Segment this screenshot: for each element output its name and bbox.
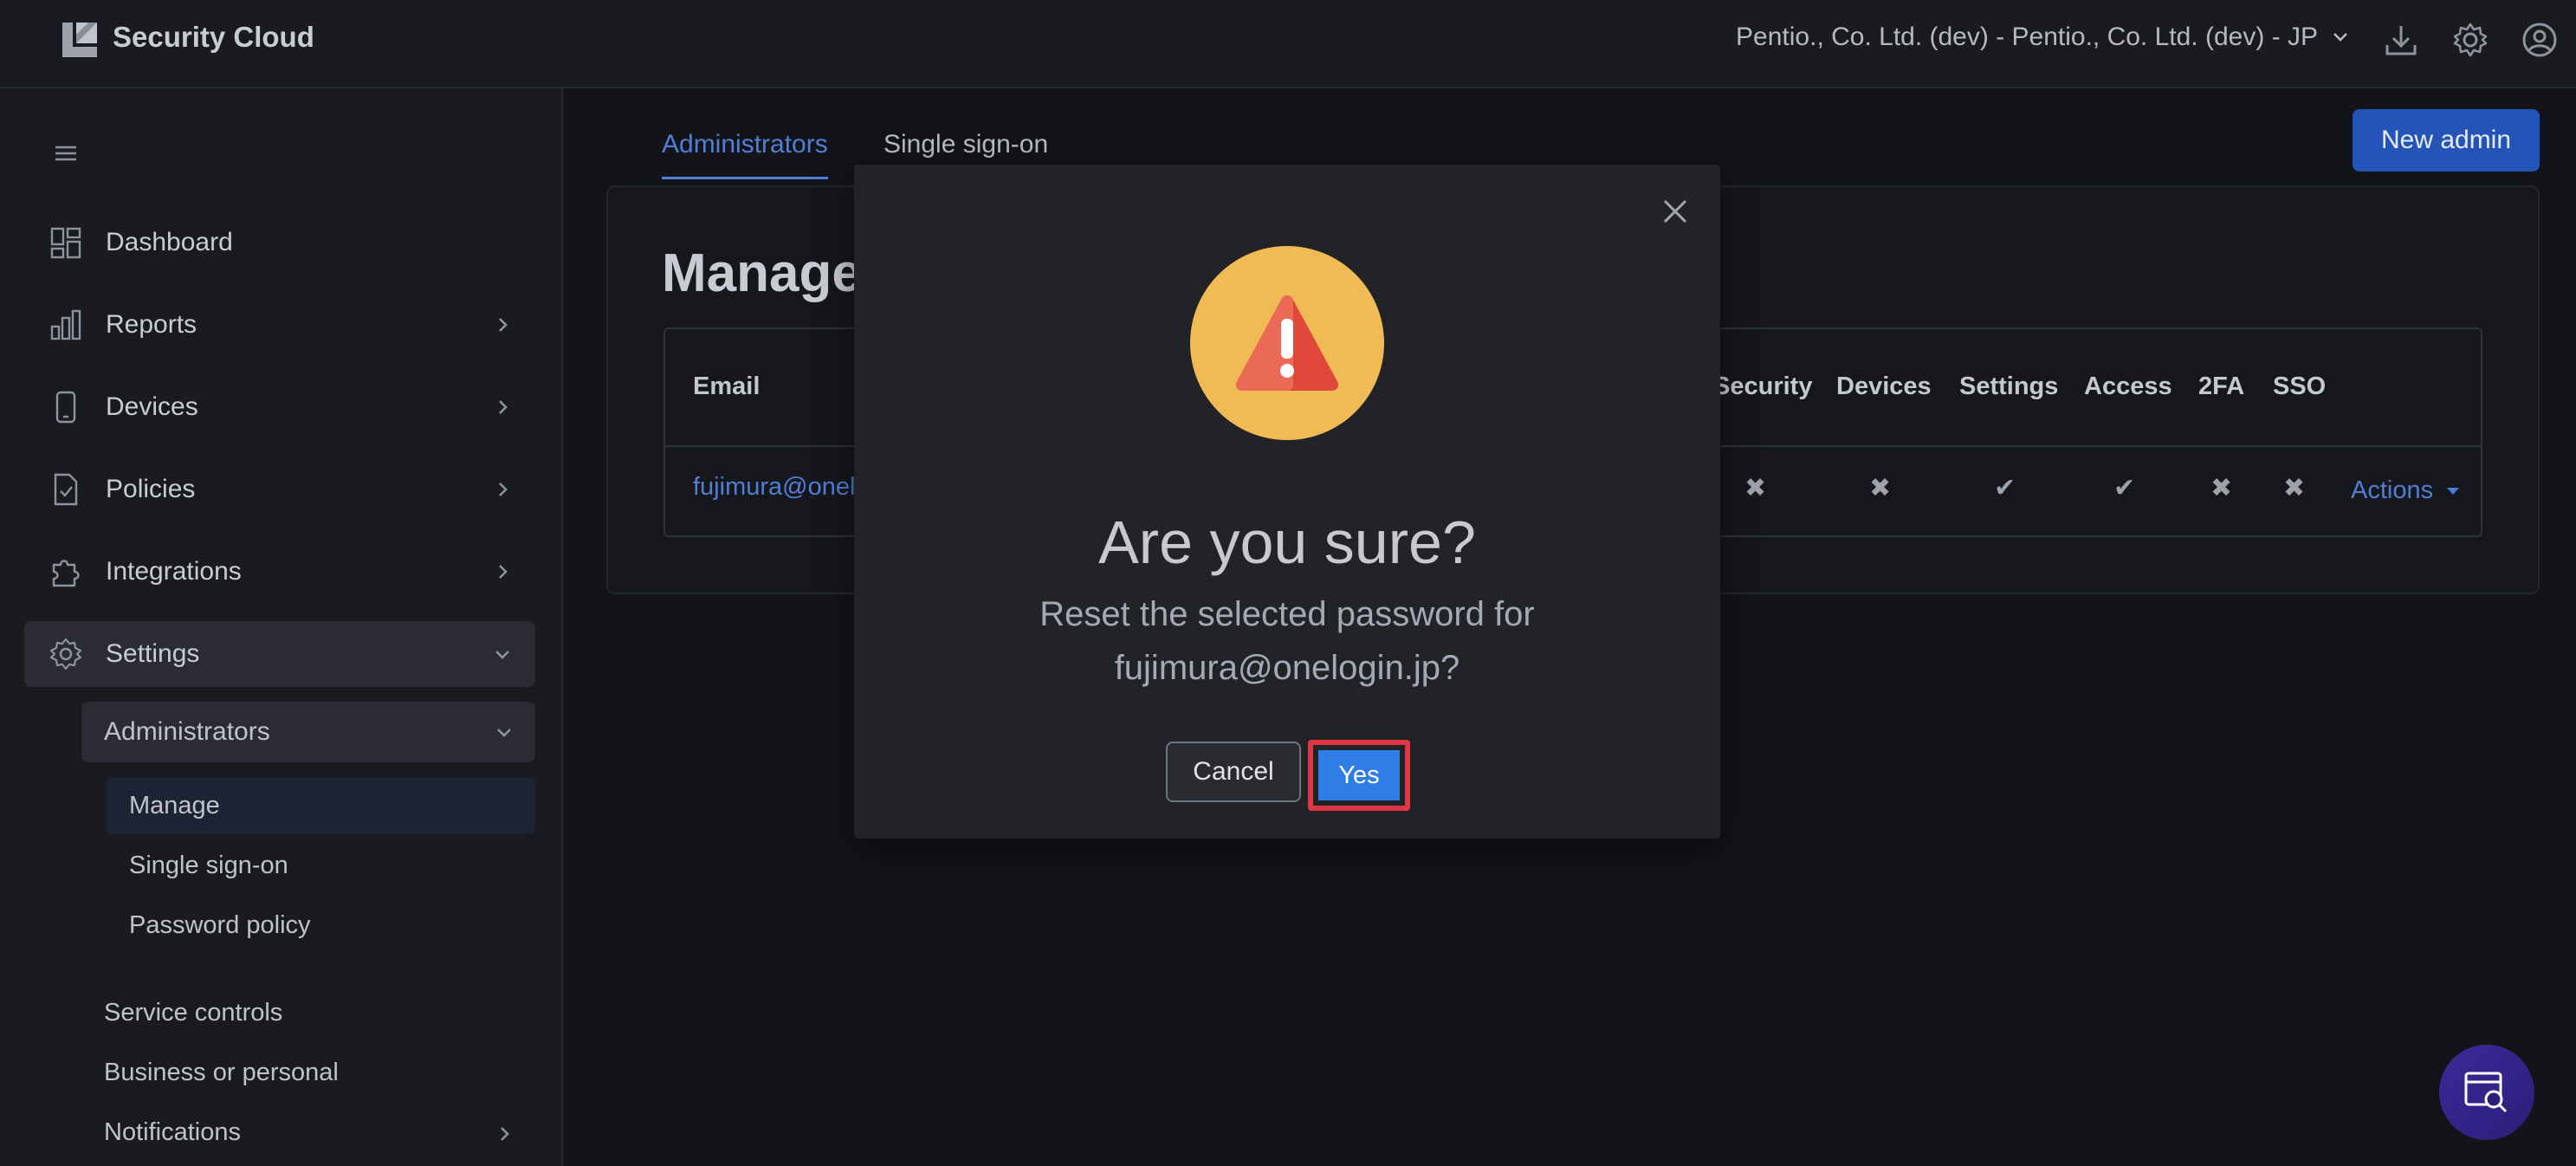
- chevron-right-icon: [499, 318, 508, 332]
- sidebar-item-policies[interactable]: Policies: [24, 457, 535, 522]
- chevron-down-icon: [2333, 33, 2347, 42]
- close-icon[interactable]: [1660, 196, 1691, 227]
- dashboard-icon: [50, 227, 81, 259]
- yes-button-highlight: Yes: [1308, 740, 1410, 811]
- top-bar: Security Cloud Pentio., Co. Ltd. (dev) -…: [0, 0, 2576, 88]
- search-report-icon[interactable]: [2439, 1045, 2534, 1140]
- confirm-reset-dialog: Are you sure? Reset the selected passwor…: [854, 165, 1720, 839]
- sidebar-item-dashboard[interactable]: Dashboard: [24, 210, 535, 275]
- sso-permission-mark: ✖: [2283, 474, 2306, 502]
- sidebar-item-service-controls[interactable]: Service controls: [104, 999, 282, 1027]
- sidebar-item-label: Administrators: [104, 717, 270, 746]
- policy-document-icon: [54, 473, 78, 506]
- sidebar-item-manage[interactable]: Manage: [106, 777, 535, 834]
- dialog-message-line-2: fujimura@onelogin.jp?: [1114, 649, 1460, 687]
- sidebar-item-label: Settings: [106, 639, 200, 668]
- dialog-message-line-1: Reset the selected password for: [1039, 595, 1535, 633]
- chevron-down-icon: [495, 651, 509, 659]
- sidebar-item-label: Reports: [106, 310, 197, 339]
- column-header-email[interactable]: Email: [693, 372, 760, 401]
- devices-permission-mark: ✖: [1869, 474, 1892, 502]
- admin-email-link[interactable]: fujimura@onel: [693, 473, 855, 502]
- download-icon[interactable]: [2382, 21, 2420, 59]
- tab-administrators[interactable]: Administrators: [662, 130, 828, 179]
- puzzle-icon: [52, 560, 80, 587]
- sidebar-item-single-sign-on[interactable]: Single sign-on: [106, 837, 535, 894]
- sidebar-item-reports[interactable]: Reports: [24, 292, 535, 358]
- column-header-devices[interactable]: Devices: [1836, 372, 1932, 401]
- sidebar-item-business-or-personal[interactable]: Business or personal: [104, 1059, 339, 1087]
- chevron-down-icon: [497, 729, 511, 737]
- sidebar-item-administrators[interactable]: Administrators: [81, 702, 535, 762]
- dialog-message: Reset the selected password for fujimura…: [854, 587, 1720, 695]
- sidebar-item-label: Dashboard: [106, 228, 233, 256]
- chevron-right-icon: [499, 565, 508, 579]
- column-header-sso[interactable]: SSO: [2273, 372, 2326, 401]
- yes-button[interactable]: Yes: [1318, 750, 1400, 800]
- settings-permission-mark: ✔: [1994, 474, 2016, 502]
- sidebar-item-label: Single sign-on: [129, 851, 288, 879]
- caret-down-icon: [2447, 487, 2460, 495]
- dialog-title: Are you sure?: [1098, 509, 1476, 576]
- user-circle-icon[interactable]: [2521, 21, 2559, 59]
- sidebar-item-label: Policies: [106, 475, 196, 503]
- chevron-right-icon: [499, 483, 508, 496]
- column-header-access[interactable]: Access: [2084, 372, 2172, 401]
- phone-icon: [55, 391, 76, 424]
- sidebar-item-devices[interactable]: Devices: [24, 374, 535, 440]
- sidebar-item-label: Integrations: [106, 557, 242, 586]
- sidebar-item-password-policy[interactable]: Password policy: [106, 897, 535, 954]
- actions-dropdown[interactable]: Actions: [2351, 476, 2461, 505]
- bar-chart-icon: [50, 309, 81, 340]
- sidebar-item-notifications[interactable]: Notifications: [104, 1118, 241, 1147]
- access-permission-mark: ✔: [2113, 474, 2136, 502]
- gear-icon[interactable]: [2451, 21, 2489, 59]
- hamburger-icon[interactable]: [52, 140, 81, 166]
- column-header-security[interactable]: Security: [1713, 372, 1812, 401]
- actions-label: Actions: [2351, 476, 2434, 504]
- security-cloud-logo[interactable]: [59, 19, 100, 61]
- cancel-button[interactable]: Cancel: [1166, 742, 1301, 802]
- warning-triangle-icon: [1190, 246, 1384, 440]
- new-admin-button[interactable]: New admin: [2353, 109, 2540, 172]
- column-header-2fa[interactable]: 2FA: [2198, 372, 2244, 401]
- security-permission-mark: ✖: [1744, 474, 1767, 502]
- sidebar-item-label: Manage: [129, 791, 220, 819]
- chevron-right-icon: [501, 1127, 509, 1141]
- gear-icon: [49, 638, 82, 670]
- sidebar-item-label: Devices: [106, 392, 198, 421]
- app-title: Security Cloud: [113, 21, 314, 53]
- sidebar-item-integrations[interactable]: Integrations: [24, 539, 535, 605]
- organization-selector[interactable]: Pentio., Co. Ltd. (dev) - Pentio., Co. L…: [1736, 23, 2351, 52]
- sidebar-item-label: Password policy: [129, 910, 311, 939]
- chevron-right-icon: [499, 400, 508, 414]
- 2fa-permission-mark: ✖: [2210, 474, 2233, 502]
- sidebar-item-settings[interactable]: Settings: [24, 621, 535, 687]
- page-title: Manage: [662, 243, 862, 303]
- organization-name: Pentio., Co. Ltd. (dev) - Pentio., Co. L…: [1736, 23, 2318, 51]
- column-header-settings[interactable]: Settings: [1959, 372, 2058, 401]
